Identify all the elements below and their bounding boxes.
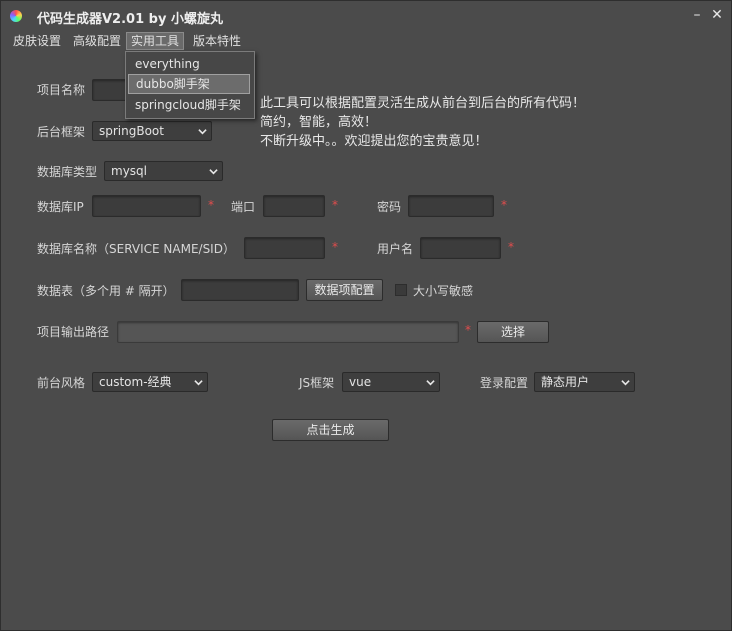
db-name-label: 数据库名称（SERVICE NAME/SID） (37, 242, 235, 256)
password-label: 密码 (377, 200, 402, 214)
frontend-style-select[interactable]: custom-经典 (92, 372, 208, 392)
port-label: 端口 (231, 200, 256, 214)
utilities-dropdown-menu: everything dubbo脚手架 springcloud脚手架 (125, 51, 255, 119)
chevron-down-icon (621, 380, 630, 386)
backend-framework-label: 后台框架 (37, 125, 86, 139)
menu-item-everything[interactable]: everything (128, 54, 250, 74)
chevron-down-icon (426, 380, 435, 386)
minimize-button[interactable]: – (689, 7, 705, 23)
menu-item-dubbo-scaffold[interactable]: dubbo脚手架 (128, 74, 250, 94)
data-config-button[interactable]: 数据项配置 (306, 279, 383, 301)
db-type-value: mysql (111, 164, 147, 178)
menu-version-features[interactable]: 版本特性 (189, 32, 245, 50)
db-type-select[interactable]: mysql (104, 161, 223, 181)
menu-utilities[interactable]: 实用工具 (126, 32, 185, 50)
login-config-select[interactable]: 静态用户 (534, 372, 635, 392)
menu-bar: 皮肤设置 高级配置 实用工具 版本特性 (1, 31, 731, 51)
required-mark: * (332, 198, 338, 212)
frontend-style-label: 前台风格 (37, 376, 86, 390)
menu-skin-settings[interactable]: 皮肤设置 (9, 32, 65, 50)
password-input[interactable] (408, 195, 494, 217)
username-label: 用户名 (377, 242, 414, 256)
chevron-down-icon (209, 169, 218, 175)
db-type-label: 数据库类型 (37, 165, 98, 179)
tables-label: 数据表（多个用 # 隔开） (37, 284, 175, 298)
login-config-value: 静态用户 (541, 375, 590, 389)
backend-framework-select[interactable]: springBoot (92, 121, 212, 141)
db-name-input[interactable] (244, 237, 325, 259)
chevron-down-icon (194, 380, 203, 386)
tables-input[interactable] (181, 279, 299, 301)
required-mark: * (332, 240, 338, 254)
generate-button[interactable]: 点击生成 (272, 419, 389, 441)
db-ip-label: 数据库IP (37, 200, 84, 214)
case-sensitive-checkbox[interactable] (395, 284, 407, 296)
choose-button[interactable]: 选择 (477, 321, 549, 343)
app-logo-icon (10, 10, 22, 22)
window-title: 代码生成器V2.01 by 小螺旋丸 (37, 12, 223, 27)
js-framework-value: vue (349, 375, 372, 389)
info-line-2: 简约，智能，高效！ (260, 115, 378, 130)
required-mark: * (208, 198, 214, 212)
title-bar[interactable]: 代码生成器V2.01 by 小螺旋丸 – ✕ (1, 1, 731, 31)
db-ip-input[interactable] (92, 195, 201, 217)
chevron-down-icon (198, 129, 207, 135)
output-path-input[interactable] (117, 321, 459, 343)
case-sensitive-label: 大小写敏感 (413, 284, 474, 298)
info-line-1: 此工具可以根据配置灵活生成从前台到后台的所有代码！ (260, 96, 586, 111)
username-input[interactable] (420, 237, 501, 259)
port-input[interactable] (263, 195, 325, 217)
backend-framework-value: springBoot (99, 124, 164, 138)
frontend-style-value: custom-经典 (99, 375, 172, 389)
login-config-label: 登录配置 (480, 376, 529, 390)
required-mark: * (501, 198, 507, 212)
project-name-label: 项目名称 (37, 83, 86, 97)
menu-advanced-config[interactable]: 高级配置 (69, 32, 125, 50)
info-text: 此工具可以根据配置灵活生成从前台到后台的所有代码！ 简约，智能，高效！ 不断升级… (260, 94, 585, 151)
menu-item-springcloud-scaffold[interactable]: springcloud脚手架 (128, 95, 250, 115)
js-framework-select[interactable]: vue (342, 372, 440, 392)
required-mark: * (508, 240, 514, 254)
close-button[interactable]: ✕ (709, 7, 725, 23)
required-mark: * (465, 323, 471, 337)
info-line-3: 不断升级中。。欢迎提出您的宝贵意见！ (260, 134, 488, 149)
js-framework-label: JS框架 (299, 376, 335, 390)
main-window: 代码生成器V2.01 by 小螺旋丸 – ✕ 皮肤设置 高级配置 实用工具 版本… (0, 0, 732, 631)
output-path-label: 项目输出路径 (37, 325, 110, 339)
